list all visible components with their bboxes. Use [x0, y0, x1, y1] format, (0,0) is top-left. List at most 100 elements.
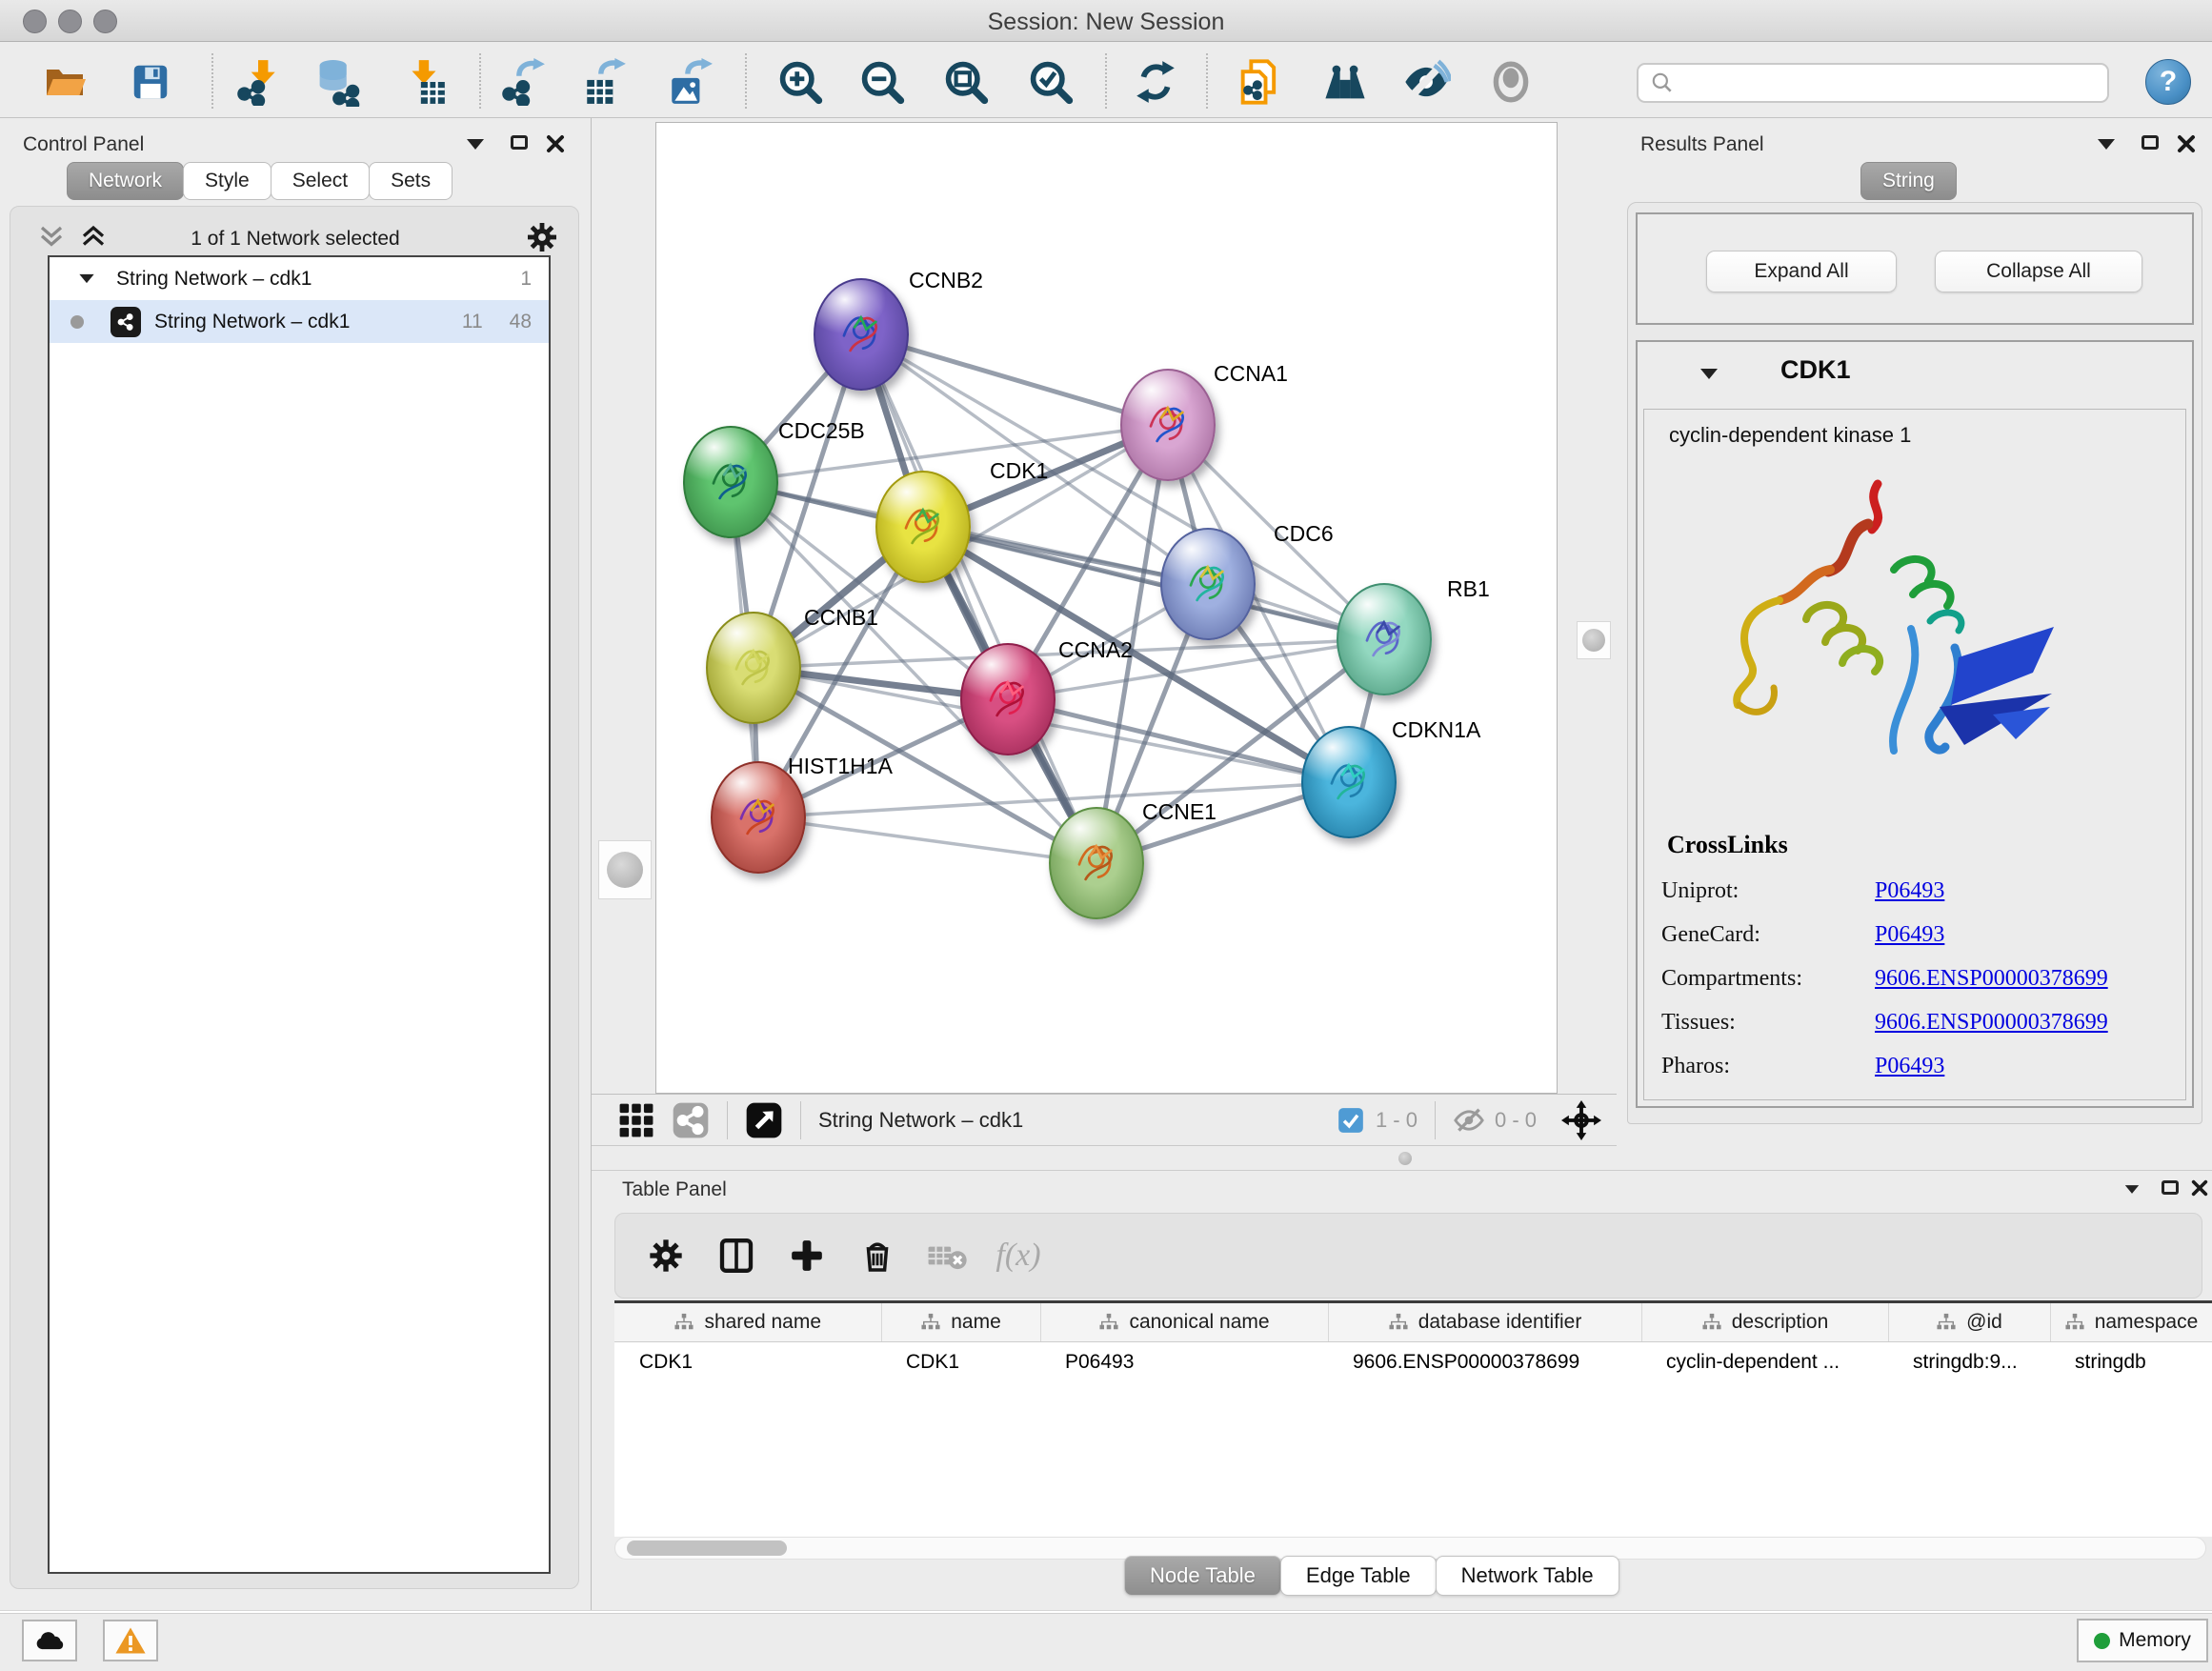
control-panel-float-icon[interactable] — [511, 135, 528, 150]
protein-node-cdkn1a[interactable] — [1301, 726, 1397, 838]
tab-sets[interactable]: Sets — [369, 162, 452, 200]
tab-style[interactable]: Style — [183, 162, 271, 200]
crosslink-link[interactable]: P06493 — [1875, 1054, 1944, 1079]
tree-expander-icon[interactable] — [79, 274, 93, 283]
protein-node-ccna2[interactable] — [960, 643, 1056, 755]
table-panel-collapse-icon[interactable] — [2125, 1185, 2139, 1194]
horizontal-splitter-grip[interactable] — [1398, 1152, 1412, 1165]
column-header[interactable]: shared name — [614, 1303, 881, 1341]
import-network-database-icon[interactable] — [312, 59, 362, 105]
tab-string[interactable]: String — [1860, 162, 1957, 200]
table-cell[interactable]: stringdb — [2050, 1341, 2212, 1383]
node-label-cdk1: CDK1 — [990, 458, 1048, 484]
column-header[interactable]: name — [881, 1303, 1040, 1341]
crosslink-link[interactable]: 9606.ENSP00000378699 — [1875, 1010, 2108, 1036]
apply-layout-icon[interactable] — [1131, 59, 1180, 105]
show-all-icon[interactable] — [1486, 59, 1536, 105]
results-panel-collapse-icon[interactable] — [2098, 139, 2115, 150]
delete-table-icon[interactable] — [913, 1235, 983, 1277]
column-header[interactable]: namespace — [2050, 1303, 2212, 1341]
new-network-from-selection-icon[interactable] — [1235, 59, 1284, 105]
tab-select[interactable]: Select — [271, 162, 370, 200]
import-network-file-icon[interactable] — [233, 59, 283, 105]
memory-button[interactable]: Memory — [2077, 1619, 2208, 1662]
control-panel-close-icon[interactable] — [545, 133, 566, 154]
zoom-fit-icon[interactable] — [941, 59, 991, 105]
protein-ribbon-thumbnail — [1350, 600, 1422, 674]
protein-section-expander[interactable] — [1700, 369, 1718, 379]
expand-all-button[interactable]: Expand All — [1706, 251, 1897, 292]
warnings-button[interactable] — [103, 1620, 158, 1661]
export-network-icon[interactable] — [498, 59, 548, 105]
table-cell[interactable]: cyclin-dependent ... — [1641, 1341, 1888, 1383]
node-label-ccna2: CCNA2 — [1058, 637, 1133, 663]
protein-node-ccna1[interactable] — [1120, 369, 1216, 481]
help-button[interactable]: ? — [2145, 59, 2191, 105]
column-header[interactable]: description — [1641, 1303, 1888, 1341]
import-table-icon[interactable] — [400, 59, 450, 105]
tab-network-table[interactable]: Network Table — [1436, 1556, 1619, 1596]
node-table[interactable]: shared namenamecanonical namedatabase id… — [614, 1303, 2212, 1383]
first-neighbors-icon[interactable] — [1320, 59, 1370, 105]
network-edge[interactable] — [758, 817, 1096, 863]
table-panel-close-icon[interactable] — [2190, 1178, 2209, 1198]
column-header[interactable]: @id — [1888, 1303, 2050, 1341]
grid-view-icon[interactable] — [618, 1102, 654, 1138]
node-label-ccne1: CCNE1 — [1142, 799, 1217, 825]
protein-node-ccnb2[interactable] — [814, 278, 909, 391]
crosslink-link[interactable]: P06493 — [1875, 922, 1944, 948]
show-columns-icon[interactable] — [701, 1237, 772, 1275]
protein-node-rb1[interactable] — [1337, 583, 1432, 695]
hide-selected-icon[interactable] — [1401, 59, 1451, 105]
protein-node-cdc6[interactable] — [1160, 528, 1256, 640]
table-cell[interactable]: 9606.ENSP00000378699 — [1328, 1341, 1641, 1383]
table-cell[interactable]: stringdb:9... — [1888, 1341, 2050, 1383]
open-session-icon[interactable] — [40, 59, 90, 105]
network-edge[interactable] — [861, 334, 1096, 863]
crosslink-link[interactable]: 9606.ENSP00000378699 — [1875, 966, 2108, 992]
network-tree-row[interactable]: String Network – cdk1 11 48 — [50, 300, 549, 343]
table-panel-float-icon[interactable] — [2162, 1180, 2179, 1195]
column-header[interactable]: canonical name — [1040, 1303, 1328, 1341]
protein-node-cdk1[interactable] — [875, 471, 971, 583]
tab-network[interactable]: Network — [67, 162, 184, 200]
zoom-selected-icon[interactable] — [1026, 59, 1076, 105]
title-bar: Session: New Session — [0, 0, 2212, 42]
control-panel-collapse-icon[interactable] — [467, 139, 484, 150]
create-column-icon[interactable] — [772, 1238, 842, 1274]
results-panel-close-icon[interactable] — [2176, 133, 2197, 154]
search-input[interactable] — [1675, 72, 2084, 94]
network-options-gear-icon[interactable] — [525, 220, 559, 254]
network-view-share-icon[interactable] — [672, 1101, 710, 1139]
export-table-icon[interactable] — [580, 59, 630, 105]
function-builder-icon[interactable]: f(x) — [983, 1238, 1054, 1274]
protein-node-ccnb1[interactable] — [706, 612, 801, 724]
tab-node-table[interactable]: Node Table — [1124, 1556, 1281, 1596]
fit-content-crosshair-icon[interactable] — [1561, 1100, 1601, 1140]
network-canvas[interactable]: CCNB2 CCNA1 CDC25B CDK1 CDC6 RB1 — [655, 122, 1558, 1094]
network-tree-root-row[interactable]: String Network – cdk1 1 — [50, 257, 549, 300]
detach-view-icon[interactable] — [745, 1101, 783, 1139]
zoom-out-icon[interactable] — [857, 59, 907, 105]
table-row[interactable]: CDK1CDK1P064939606.ENSP00000378699cyclin… — [614, 1341, 2212, 1383]
table-cell[interactable]: P06493 — [1040, 1341, 1328, 1383]
table-hscrollbar-thumb[interactable] — [627, 1540, 787, 1556]
zoom-in-icon[interactable] — [775, 59, 825, 105]
table-cell[interactable]: CDK1 — [881, 1341, 1040, 1383]
results-panel-float-icon[interactable] — [2142, 135, 2159, 150]
export-image-icon[interactable] — [665, 59, 714, 105]
table-cell[interactable]: CDK1 — [614, 1341, 881, 1383]
left-splitter-grip[interactable] — [598, 840, 652, 899]
delete-column-icon[interactable] — [842, 1238, 913, 1274]
protein-node-ccne1[interactable] — [1049, 807, 1144, 919]
column-header[interactable]: database identifier — [1328, 1303, 1641, 1341]
table-options-gear-icon[interactable] — [631, 1237, 701, 1275]
save-session-icon[interactable] — [126, 59, 175, 105]
crosslink-link[interactable]: P06493 — [1875, 878, 1944, 904]
selected-checkbox-icon[interactable] — [1337, 1107, 1364, 1134]
cloud-button[interactable] — [22, 1620, 77, 1661]
tab-edge-table[interactable]: Edge Table — [1280, 1556, 1437, 1596]
right-splitter-grip[interactable] — [1577, 621, 1611, 659]
protein-node-cdc25b[interactable] — [683, 426, 778, 538]
collapse-all-button[interactable]: Collapse All — [1935, 251, 2142, 292]
